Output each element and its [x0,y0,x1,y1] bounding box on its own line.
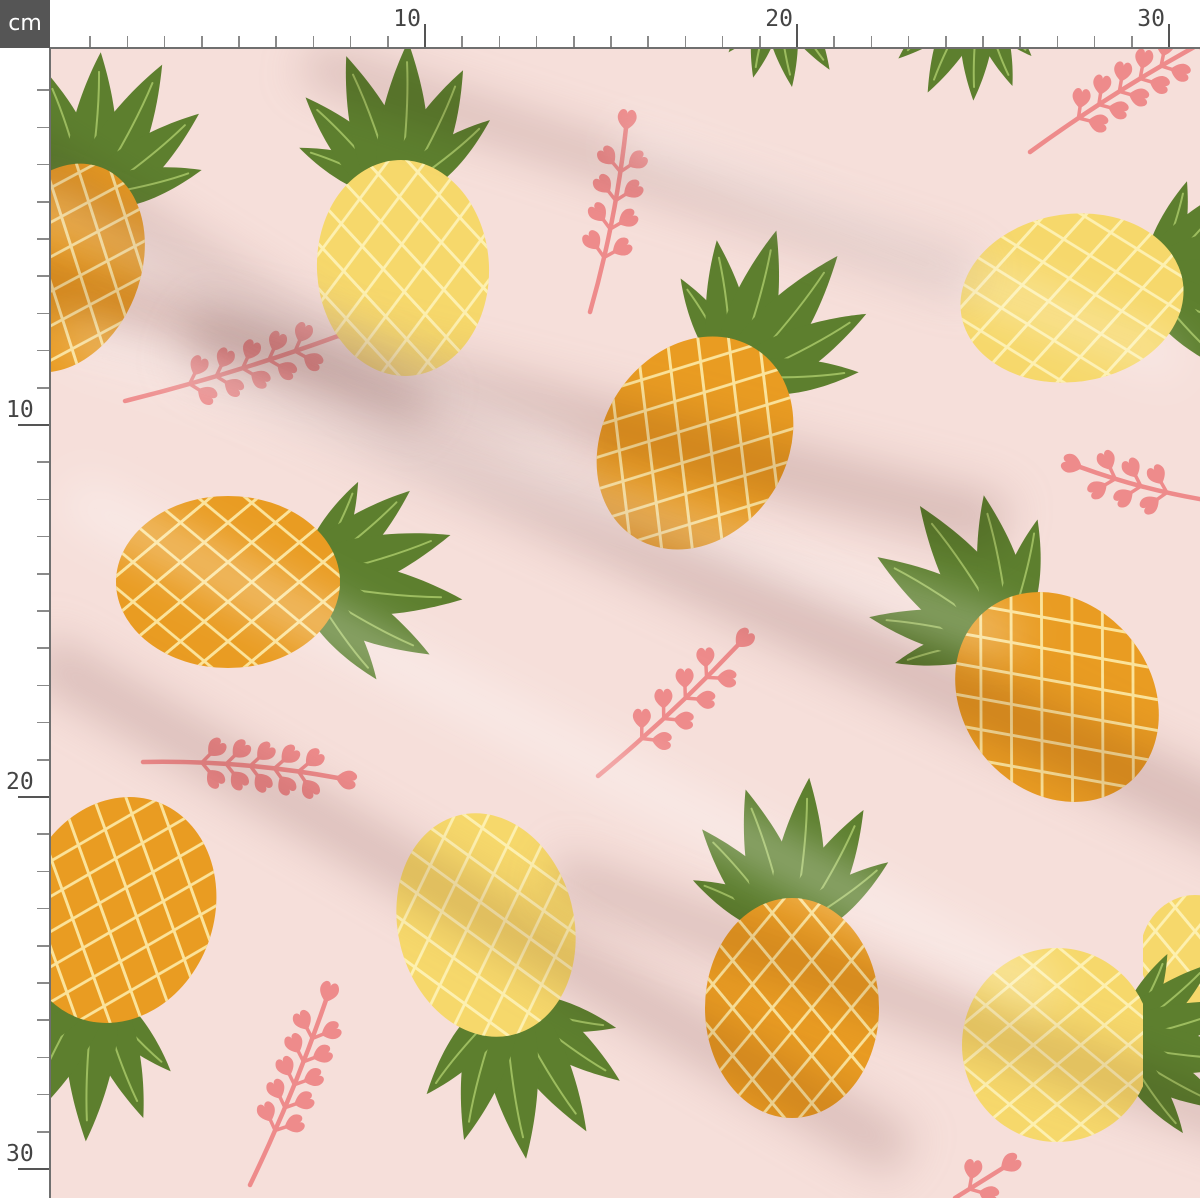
ruler-edge-line-left [49,48,51,1198]
ruler-major-tick [1168,24,1170,48]
ruler-label-left-30: 30 [6,1141,34,1167]
ruler-label-left-20: 20 [6,769,34,795]
ruler-left: 10 20 30 [0,0,50,1198]
ruler-major-tick [18,1168,50,1170]
ruler-top: 10 20 30 [0,0,1200,48]
pineapple-body [705,898,879,1118]
fabric-pattern [50,48,1200,1198]
fabric-preview [50,48,1200,1198]
ruler-major-tick [796,24,798,48]
ruler-edge-line-top [50,47,1200,49]
pineapple-icon [962,948,1200,1142]
ruler-major-tick [18,796,50,798]
pineapple-body [116,496,340,668]
ruler-unit-label: cm [0,0,50,48]
ruler-label-left-10: 10 [6,397,34,423]
ruler-label-top-20: 20 [765,6,793,32]
pineapple-body [962,948,1143,1142]
ruler-major-tick [18,424,50,426]
ruler-label-top-30: 30 [1137,6,1165,32]
ruler-major-tick [424,24,426,48]
ruler-label-top-10: 10 [393,6,421,32]
